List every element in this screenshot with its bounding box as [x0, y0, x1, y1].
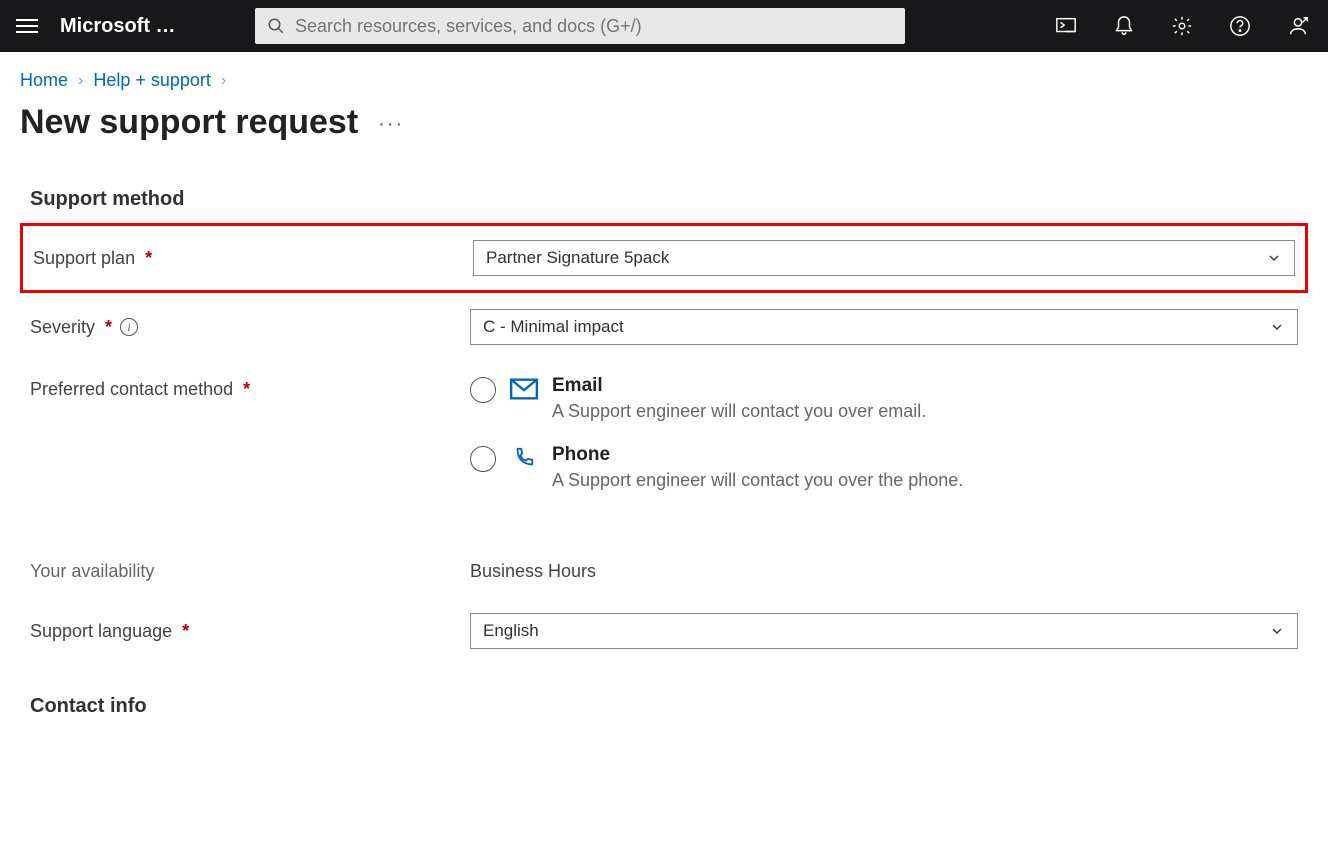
severity-value: C - Minimal impact	[483, 317, 624, 337]
settings-icon[interactable]	[1170, 14, 1194, 38]
contact-option-phone[interactable]: Phone A Support engineer will contact yo…	[470, 444, 1298, 491]
search-icon	[267, 17, 285, 35]
section-support-method: Support method	[20, 188, 1308, 211]
section-contact-info: Contact info	[20, 695, 1308, 718]
preferred-contact-label: Preferred contact method*	[30, 375, 470, 400]
email-desc: A Support engineer will contact you over…	[552, 401, 926, 422]
breadcrumb-home[interactable]: Home	[20, 70, 68, 91]
chevron-right-icon: ›	[78, 72, 83, 90]
severity-label: Severity* i	[30, 317, 470, 338]
phone-title: Phone	[552, 444, 610, 465]
phone-desc: A Support engineer will contact you over…	[552, 470, 963, 491]
availability-value: Business Hours	[470, 561, 596, 582]
page-title: New support request	[20, 103, 358, 142]
support-plan-dropdown[interactable]: Partner Signature 5pack	[473, 240, 1295, 276]
support-plan-highlight: Support plan* Partner Signature 5pack	[20, 223, 1308, 293]
support-plan-label: Support plan*	[33, 248, 473, 269]
contact-option-email[interactable]: Email A Support engineer will contact yo…	[470, 375, 1298, 422]
support-language-value: English	[483, 621, 539, 641]
info-icon[interactable]: i	[120, 318, 138, 336]
help-icon[interactable]	[1228, 14, 1252, 38]
support-plan-value: Partner Signature 5pack	[486, 248, 669, 268]
cloud-shell-icon[interactable]	[1054, 14, 1078, 38]
availability-label: Your availability	[30, 561, 470, 582]
breadcrumb: Home › Help + support ›	[20, 70, 1308, 91]
more-actions-button[interactable]: ···	[378, 113, 404, 136]
chevron-right-icon: ›	[221, 72, 226, 90]
top-bar: Microsoft …	[0, 0, 1328, 52]
chevron-down-icon	[1269, 319, 1285, 335]
severity-dropdown[interactable]: C - Minimal impact	[470, 309, 1298, 345]
search-input[interactable]	[295, 16, 893, 37]
support-language-label: Support language*	[30, 621, 470, 642]
radio-email[interactable]	[470, 377, 496, 403]
notifications-icon[interactable]	[1112, 14, 1136, 38]
radio-phone[interactable]	[470, 446, 496, 472]
feedback-icon[interactable]	[1286, 14, 1310, 38]
email-icon	[510, 378, 538, 400]
menu-button[interactable]	[16, 11, 46, 41]
breadcrumb-help-support[interactable]: Help + support	[93, 70, 211, 91]
topbar-actions	[1054, 14, 1310, 38]
phone-icon	[510, 447, 538, 469]
email-title: Email	[552, 375, 603, 396]
chevron-down-icon	[1269, 623, 1285, 639]
chevron-down-icon	[1266, 250, 1282, 266]
support-language-dropdown[interactable]: English	[470, 613, 1298, 649]
global-search[interactable]	[255, 8, 905, 44]
brand-label: Microsoft …	[60, 15, 225, 38]
